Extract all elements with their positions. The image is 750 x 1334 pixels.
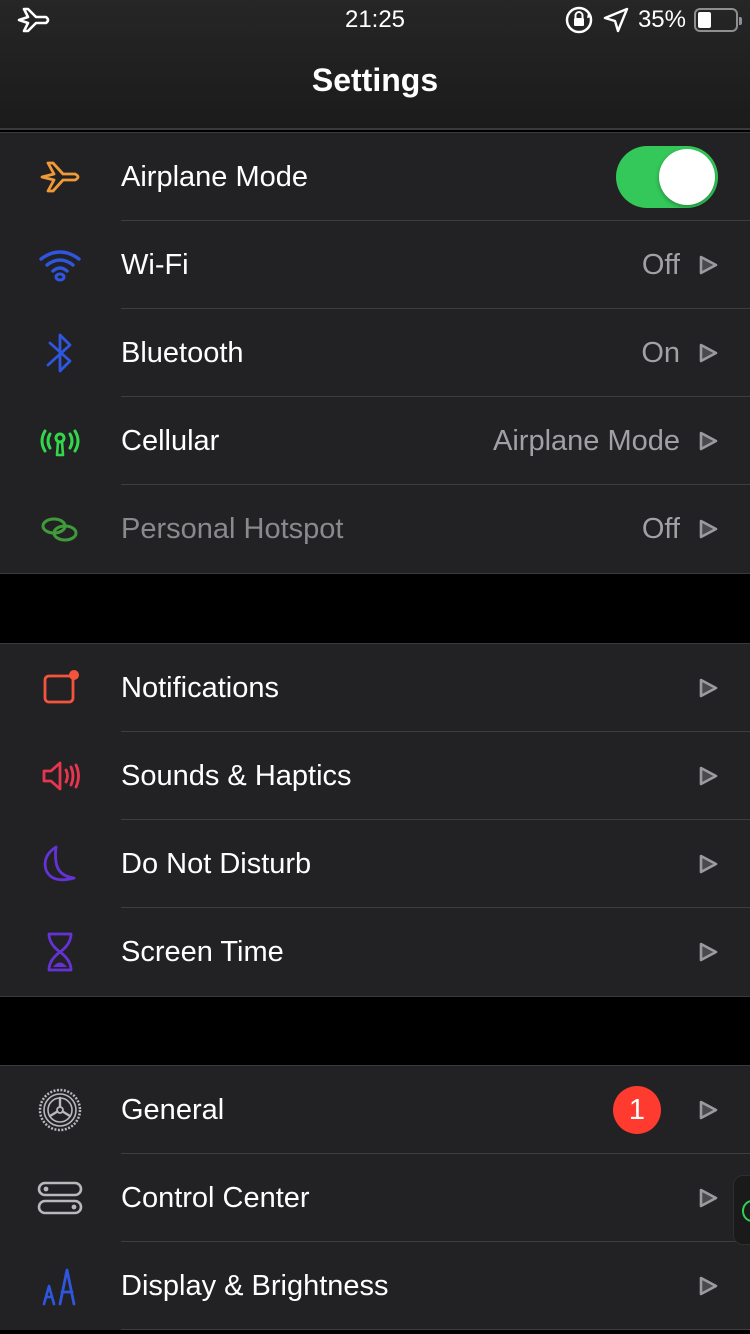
settings-group-general: General 1 Control Center Display & Brigh… bbox=[0, 1065, 750, 1330]
page-title: Settings bbox=[311, 62, 439, 98]
row-label: Personal Hotspot bbox=[121, 512, 344, 545]
toggle-knob[interactable] bbox=[659, 149, 715, 205]
chevron-right-icon bbox=[699, 854, 718, 874]
update-count-badge: 1 bbox=[613, 1086, 661, 1134]
hourglass-icon bbox=[36, 930, 84, 974]
orientation-lock-icon bbox=[565, 6, 593, 34]
battery-percent: 35% bbox=[637, 6, 686, 33]
hotspot-link-icon bbox=[36, 507, 84, 551]
notifications-icon bbox=[36, 666, 84, 710]
settings-group-connectivity: Airplane Mode Wi-Fi Off Bluetooth On Cel… bbox=[0, 132, 750, 574]
row-label: Airplane Mode bbox=[121, 160, 308, 193]
speaker-icon bbox=[36, 754, 84, 798]
text-size-icon bbox=[36, 1264, 84, 1308]
gear-icon bbox=[36, 1088, 84, 1132]
chevron-right-icon bbox=[699, 766, 718, 786]
settings-row-display-brightness[interactable]: Display & Brightness bbox=[0, 1242, 750, 1330]
settings-row-bluetooth[interactable]: Bluetooth On bbox=[0, 309, 750, 397]
settings-row-wifi[interactable]: Wi-Fi Off bbox=[0, 221, 750, 309]
battery-cap bbox=[739, 17, 742, 25]
cellular-antenna-icon bbox=[36, 419, 84, 463]
settings-row-airplane-mode[interactable]: Airplane Mode bbox=[0, 133, 750, 221]
settings-row-screen-time[interactable]: Screen Time bbox=[0, 908, 750, 996]
battery-level-fill bbox=[698, 12, 711, 28]
row-divider bbox=[121, 1329, 750, 1330]
chevron-right-icon bbox=[699, 343, 718, 363]
settings-row-notifications[interactable]: Notifications bbox=[0, 644, 750, 732]
settings-row-personal-hotspot[interactable]: Personal Hotspot Off bbox=[0, 485, 750, 573]
control-center-icon bbox=[36, 1176, 84, 1220]
settings-row-cellular[interactable]: Cellular Airplane Mode bbox=[0, 397, 750, 485]
row-label: Bluetooth bbox=[121, 336, 244, 369]
row-label: Do Not Disturb bbox=[121, 847, 312, 880]
row-label: Notifications bbox=[121, 671, 279, 704]
settings-row-sounds-haptics[interactable]: Sounds & Haptics bbox=[0, 732, 750, 820]
row-label: Screen Time bbox=[121, 935, 284, 968]
chevron-right-icon bbox=[699, 431, 718, 451]
chevron-right-icon bbox=[699, 255, 718, 275]
status-bar: 21:25 35% Settings bbox=[0, 0, 750, 130]
row-label: Cellular bbox=[121, 424, 220, 457]
location-arrow-icon bbox=[603, 7, 629, 33]
settings-row-control-center[interactable]: Control Center bbox=[0, 1154, 750, 1242]
airplane-mode-toggle[interactable] bbox=[616, 146, 718, 208]
assistive-touch-ring-icon bbox=[742, 1200, 750, 1222]
chevron-right-icon bbox=[699, 942, 718, 962]
row-label: General bbox=[121, 1093, 225, 1126]
settings-row-general[interactable]: General 1 bbox=[0, 1066, 750, 1154]
row-value: Off bbox=[641, 512, 680, 545]
row-value: Off bbox=[641, 248, 680, 281]
wifi-icon bbox=[36, 243, 84, 287]
status-right-cluster: 35% bbox=[564, 4, 742, 36]
chevron-right-icon bbox=[699, 519, 718, 539]
bluetooth-icon bbox=[36, 331, 84, 375]
chevron-right-icon bbox=[699, 1100, 718, 1120]
row-value: On bbox=[641, 336, 680, 369]
row-label: Sounds & Haptics bbox=[121, 759, 352, 792]
row-label: Control Center bbox=[121, 1181, 310, 1214]
chevron-right-icon bbox=[699, 1188, 718, 1208]
row-label: Wi-Fi bbox=[121, 248, 189, 281]
battery-icon bbox=[694, 8, 742, 32]
moon-icon bbox=[36, 842, 84, 886]
chevron-right-icon bbox=[699, 678, 718, 698]
assistive-touch-button[interactable] bbox=[733, 1175, 750, 1245]
airplane-icon bbox=[36, 155, 84, 199]
settings-row-do-not-disturb[interactable]: Do Not Disturb bbox=[0, 820, 750, 908]
row-label: Display & Brightness bbox=[121, 1269, 389, 1302]
row-value: Airplane Mode bbox=[493, 424, 680, 457]
chevron-right-icon bbox=[699, 1276, 718, 1296]
settings-group-notifications: Notifications Sounds & Haptics Do Not Di… bbox=[0, 643, 750, 997]
